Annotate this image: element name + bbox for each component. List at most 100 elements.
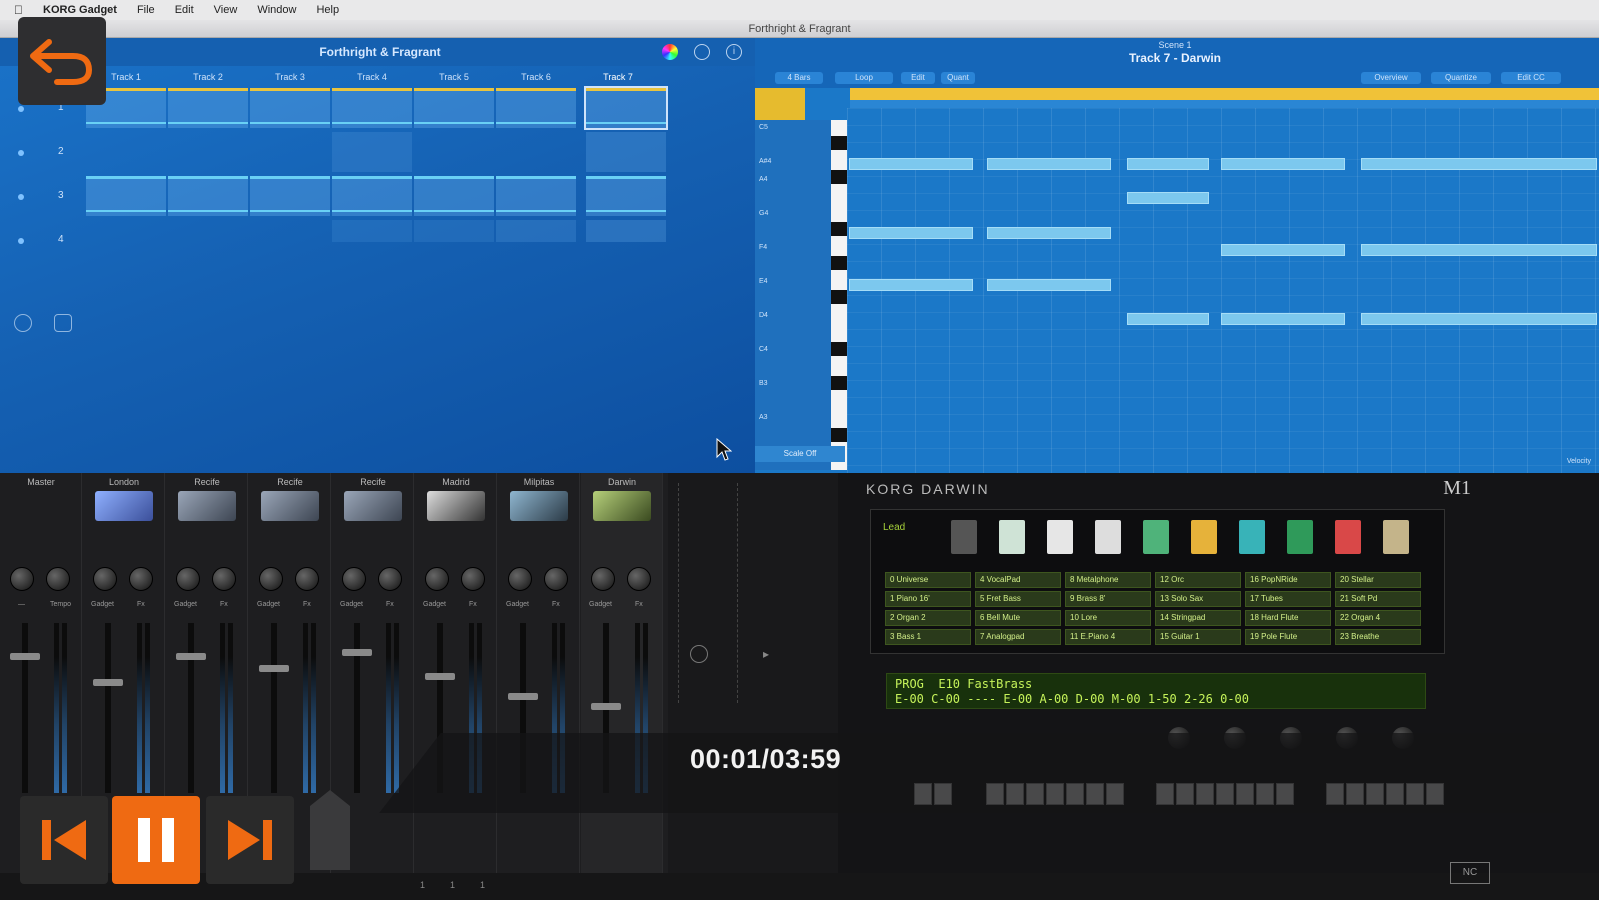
bars-button[interactable]: 4 Bars bbox=[775, 72, 823, 84]
clip[interactable] bbox=[586, 220, 666, 242]
knob[interactable] bbox=[342, 567, 366, 591]
quant-button[interactable]: Quant bbox=[941, 72, 975, 84]
menu-window[interactable]: Window bbox=[257, 4, 296, 16]
fader-track[interactable] bbox=[10, 623, 40, 793]
add-scene-icon[interactable] bbox=[14, 314, 32, 332]
clip[interactable] bbox=[586, 132, 666, 172]
globe-icon[interactable] bbox=[694, 44, 710, 60]
clip[interactable] bbox=[414, 176, 494, 216]
knob[interactable] bbox=[627, 567, 651, 591]
clip[interactable] bbox=[250, 176, 330, 216]
gadget-thumbnail[interactable] bbox=[593, 491, 651, 521]
clip[interactable] bbox=[168, 88, 248, 128]
scene-row-1[interactable]: 1 bbox=[0, 86, 755, 131]
patch-item[interactable]: 9 Brass 8' bbox=[1065, 591, 1151, 607]
fader-track[interactable] bbox=[342, 623, 372, 793]
clip[interactable] bbox=[250, 88, 330, 128]
scrub-handle[interactable] bbox=[310, 790, 350, 870]
patch-item[interactable]: 20 Stellar bbox=[1335, 572, 1421, 588]
fader-handle[interactable] bbox=[176, 653, 206, 660]
gadget-thumbnail[interactable] bbox=[95, 491, 153, 521]
fader-handle[interactable] bbox=[259, 665, 289, 672]
black-key[interactable] bbox=[831, 256, 847, 270]
black-key[interactable] bbox=[831, 170, 847, 184]
fader-track[interactable] bbox=[259, 623, 289, 793]
black-key[interactable] bbox=[831, 290, 847, 304]
quantize-button[interactable]: Quantize bbox=[1431, 72, 1491, 84]
apple-icon[interactable]:  bbox=[14, 3, 23, 17]
black-key[interactable] bbox=[831, 136, 847, 150]
patch-item[interactable]: 2 Organ 2 bbox=[885, 610, 971, 626]
midi-note[interactable] bbox=[1127, 192, 1209, 204]
clip[interactable] bbox=[332, 132, 412, 172]
midi-note[interactable] bbox=[1221, 244, 1345, 256]
black-key[interactable] bbox=[831, 376, 847, 390]
category-card[interactable] bbox=[1335, 520, 1361, 554]
knob[interactable] bbox=[378, 567, 402, 591]
category-card[interactable] bbox=[1383, 520, 1409, 554]
midi-note[interactable] bbox=[1221, 313, 1345, 325]
patch-item[interactable]: 16 PopNRide bbox=[1245, 572, 1331, 588]
black-key[interactable] bbox=[831, 428, 847, 442]
loop-marker[interactable] bbox=[755, 88, 805, 120]
track-header-5[interactable]: Track 5 bbox=[414, 68, 494, 86]
clip[interactable] bbox=[168, 176, 248, 216]
patch-item[interactable]: 4 VocalPad bbox=[975, 572, 1061, 588]
gadget-thumbnail[interactable] bbox=[427, 491, 485, 521]
overview-button[interactable]: Overview bbox=[1361, 72, 1421, 84]
midi-note[interactable] bbox=[1221, 158, 1345, 170]
clip[interactable] bbox=[414, 88, 494, 128]
patch-item[interactable]: 0 Universe bbox=[885, 572, 971, 588]
fader-handle[interactable] bbox=[93, 679, 123, 686]
midi-note[interactable] bbox=[1127, 158, 1209, 170]
track-header-3[interactable]: Track 3 bbox=[250, 68, 330, 86]
patch-item[interactable]: 21 Soft Pd bbox=[1335, 591, 1421, 607]
patch-item[interactable]: 17 Tubes bbox=[1245, 591, 1331, 607]
menu-help[interactable]: Help bbox=[316, 4, 339, 16]
back-button[interactable] bbox=[18, 17, 106, 105]
category-card[interactable] bbox=[1287, 520, 1313, 554]
midi-note[interactable] bbox=[987, 279, 1111, 291]
knob[interactable] bbox=[10, 567, 34, 591]
midi-note[interactable] bbox=[987, 227, 1111, 239]
patch-item[interactable]: 15 Guitar 1 bbox=[1155, 629, 1241, 645]
clip[interactable] bbox=[414, 220, 494, 242]
knob[interactable] bbox=[425, 567, 449, 591]
patch-item[interactable]: 18 Hard Flute bbox=[1245, 610, 1331, 626]
patch-item[interactable]: 22 Organ 4 bbox=[1335, 610, 1421, 626]
knob[interactable] bbox=[129, 567, 153, 591]
black-key[interactable] bbox=[831, 342, 847, 356]
add-track-icon[interactable] bbox=[690, 645, 708, 663]
fader-track[interactable] bbox=[176, 623, 206, 793]
gadget-thumbnail[interactable] bbox=[178, 491, 236, 521]
bottom-item[interactable]: 1 bbox=[480, 880, 485, 890]
clip[interactable] bbox=[332, 220, 412, 242]
track-header-4[interactable]: Track 4 bbox=[332, 68, 412, 86]
track-header-2[interactable]: Track 2 bbox=[168, 68, 248, 86]
patch-item[interactable]: 10 Lore bbox=[1065, 610, 1151, 626]
knob[interactable] bbox=[212, 567, 236, 591]
loop-button[interactable]: Loop bbox=[835, 72, 893, 84]
scene-row-4[interactable]: 4 bbox=[0, 220, 755, 263]
bar-ruler[interactable] bbox=[850, 100, 1599, 108]
track-header-6[interactable]: Track 6 bbox=[496, 68, 576, 86]
piano-keyboard[interactable] bbox=[831, 120, 847, 470]
info-icon[interactable]: i bbox=[726, 44, 742, 60]
midi-note[interactable] bbox=[1361, 244, 1597, 256]
patch-item[interactable]: 7 Analogpad bbox=[975, 629, 1061, 645]
next-button[interactable] bbox=[206, 796, 294, 884]
note-grid[interactable] bbox=[847, 108, 1599, 473]
knob[interactable] bbox=[591, 567, 615, 591]
scene-row-3[interactable]: 3 bbox=[0, 176, 755, 219]
knob[interactable] bbox=[544, 567, 568, 591]
midi-note[interactable] bbox=[987, 158, 1111, 170]
patch-item[interactable]: 23 Breathe bbox=[1335, 629, 1421, 645]
chevron-right-icon[interactable]: ▸ bbox=[763, 647, 769, 661]
midi-note[interactable] bbox=[849, 279, 973, 291]
fader-handle[interactable] bbox=[342, 649, 372, 656]
clip[interactable] bbox=[496, 176, 576, 216]
knob[interactable] bbox=[508, 567, 532, 591]
loop-ruler[interactable] bbox=[850, 88, 1599, 100]
fader-handle[interactable] bbox=[425, 673, 455, 680]
patch-item[interactable]: 3 Bass 1 bbox=[885, 629, 971, 645]
